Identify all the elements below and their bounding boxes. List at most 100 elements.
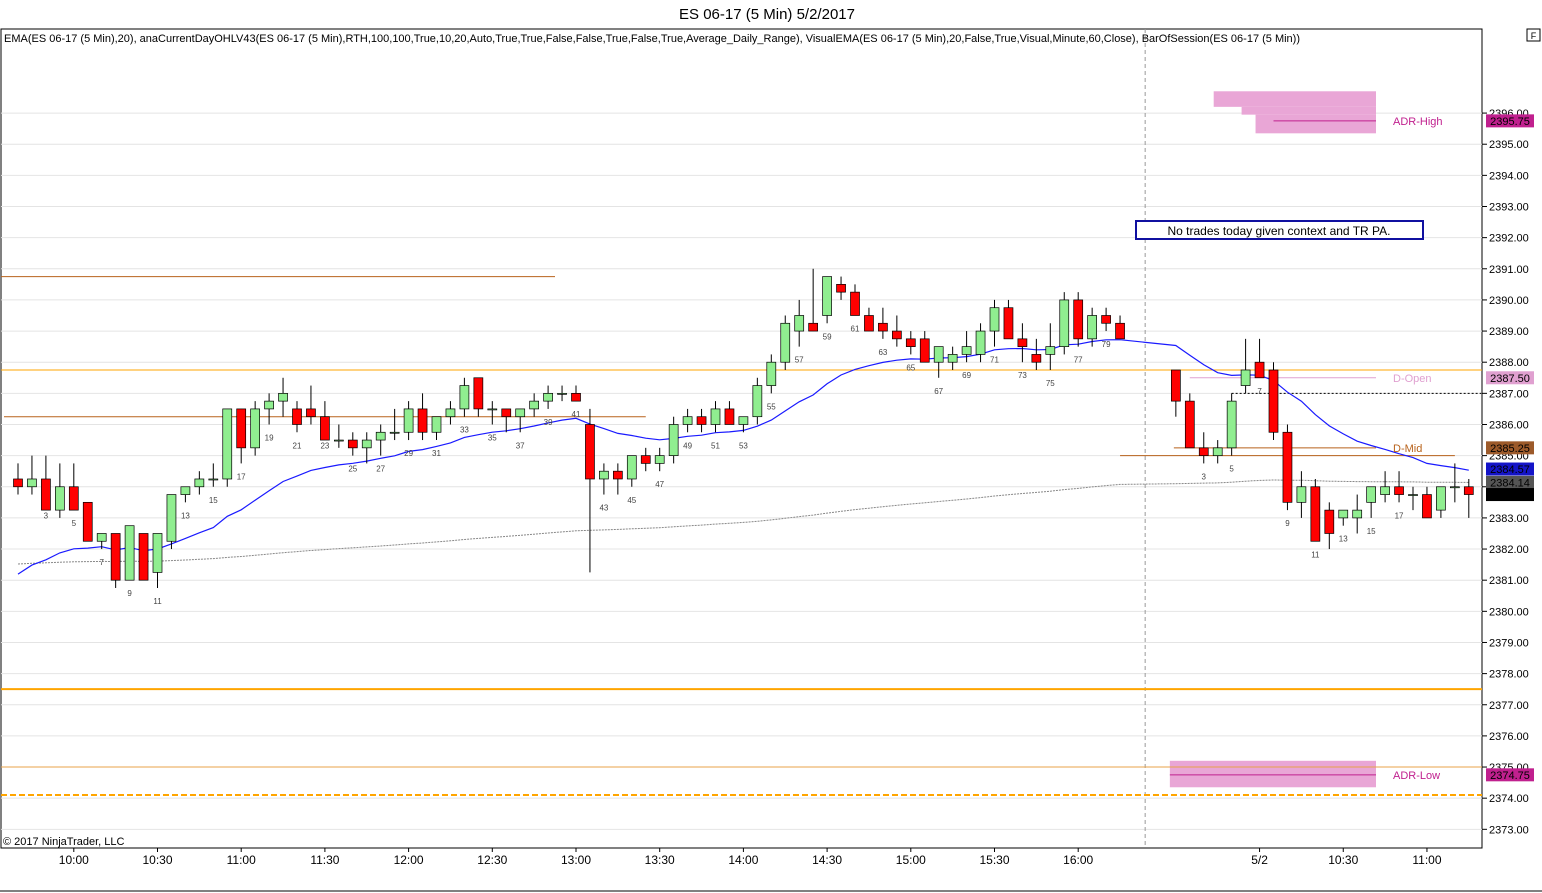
bar-number-label: 33: [460, 426, 469, 435]
candle-body: [1449, 486, 1460, 489]
y-tick-label: 2373.00: [1489, 824, 1529, 836]
candle-body: [347, 439, 358, 449]
y-tick-label: 2378.00: [1489, 669, 1529, 681]
candle-body: [473, 377, 484, 410]
adr-low-price-text: 2374.75: [1490, 770, 1530, 782]
y-tick-label: 2393.00: [1489, 202, 1529, 214]
bar-number-label: 55: [767, 402, 776, 411]
bar-number-label: 19: [265, 433, 274, 442]
bar-number-label: 15: [1367, 527, 1376, 536]
candle-body: [612, 470, 623, 480]
candle-body: [1003, 307, 1014, 340]
x-tick-label: 10:30: [1328, 853, 1358, 867]
candle-body: [989, 307, 1000, 332]
adr-high-label: ADR-High: [1393, 116, 1443, 128]
adr-high-price-text: 2395.75: [1490, 116, 1530, 128]
bar-number-label: 5: [72, 519, 77, 528]
candle-body: [836, 284, 846, 293]
candle-body: [1324, 509, 1335, 534]
candle-body: [250, 408, 260, 449]
candle-body: [13, 478, 23, 488]
panel-menu-button[interactable]: F: [1526, 28, 1541, 42]
candle-body: [1045, 346, 1056, 355]
candle-body: [1463, 486, 1474, 495]
candle-body: [264, 400, 274, 410]
candle-body: [1394, 486, 1404, 495]
bar-number-label: 25: [348, 465, 357, 474]
bar-number-label: 23: [320, 441, 329, 450]
x-tick-label: 15:30: [979, 853, 1009, 867]
candle-body: [27, 478, 37, 488]
x-tick-label: 13:00: [561, 853, 591, 867]
y-tick-label: 2374.00: [1489, 793, 1529, 805]
y-tick-label: 2383.00: [1489, 513, 1529, 525]
candle-body: [1268, 369, 1279, 433]
panel-menu-label[interactable]: F: [1531, 31, 1537, 41]
candle-body: [752, 385, 763, 418]
candle-body: [1352, 509, 1363, 519]
candle-body: [766, 361, 777, 386]
price-chart[interactable]: ES 06-17 (5 Min) 5/2/2017 35791113151719…: [0, 0, 1542, 893]
candle-body: [1310, 486, 1321, 542]
y-tick-label: 2379.00: [1489, 637, 1529, 649]
candle-body: [1212, 447, 1223, 456]
bar-number-label: 13: [181, 511, 190, 520]
bar-number-label: 7: [1257, 387, 1262, 396]
candle-body: [864, 315, 874, 332]
candle-body: [1170, 369, 1181, 402]
candle-body: [891, 330, 902, 340]
candle-body: [278, 392, 288, 402]
price-tag-text: 2384.14: [1490, 477, 1530, 489]
bar-number-label: 73: [1018, 371, 1027, 380]
bar-number-label: 61: [851, 324, 860, 333]
candle-body: [222, 408, 233, 480]
bar-number-label: 63: [878, 348, 887, 357]
bar-number-label: 65: [906, 363, 915, 372]
candle-body: [431, 416, 442, 433]
candle-body: [878, 322, 888, 332]
bar-number-label: 41: [572, 410, 581, 419]
candle-body: [306, 408, 316, 418]
candle-body: [1296, 486, 1307, 503]
y-tick-label: 2382.00: [1489, 544, 1529, 556]
x-tick-label: 14:00: [728, 853, 758, 867]
candle-body: [1240, 369, 1251, 386]
candle-body: [417, 408, 428, 433]
adr-high-zone-mid: [1241, 106, 1376, 115]
bar-number-label: 45: [627, 496, 636, 505]
candle-body: [166, 494, 177, 542]
candle-body: [1436, 486, 1446, 511]
candle-body: [138, 533, 149, 581]
bar-number-label: 53: [739, 441, 748, 450]
d-mid-label: D-Mid: [1393, 443, 1422, 455]
x-tick-label: 11:30: [310, 853, 339, 867]
candle-body: [1366, 486, 1377, 503]
candle-body: [1115, 322, 1125, 340]
y-tick-label: 2389.00: [1489, 326, 1529, 338]
candle-body: [529, 400, 540, 410]
candle-body: [152, 533, 163, 573]
candle-body: [1198, 447, 1209, 456]
candle-body: [571, 392, 581, 402]
copyright-text: © 2017 NinjaTrader, LLC: [3, 836, 124, 848]
candle-body: [292, 408, 302, 425]
y-tick-label: 2387.00: [1489, 388, 1529, 400]
y-tick-label: 2376.00: [1489, 731, 1529, 743]
candle-body: [654, 455, 665, 464]
bar-number-label: 59: [823, 332, 832, 341]
candle-body: [54, 486, 65, 511]
bar-number-label: 7: [99, 558, 104, 567]
y-tick-label: 2386.00: [1489, 419, 1529, 431]
bar-number-label: 5: [1229, 465, 1234, 474]
adr-low-zone: [1169, 760, 1376, 788]
bar-number-label: 69: [962, 371, 971, 380]
y-tick-label: 2381.00: [1489, 575, 1529, 587]
candle-body: [975, 330, 986, 355]
x-tick-label: 11:00: [1412, 853, 1441, 867]
candle-body: [1184, 400, 1195, 449]
candle-body: [487, 408, 498, 411]
x-tick-label: 10:00: [59, 853, 89, 867]
candle-body: [557, 392, 567, 395]
candle-body: [403, 408, 414, 433]
bar-number-label: 17: [1395, 511, 1404, 520]
